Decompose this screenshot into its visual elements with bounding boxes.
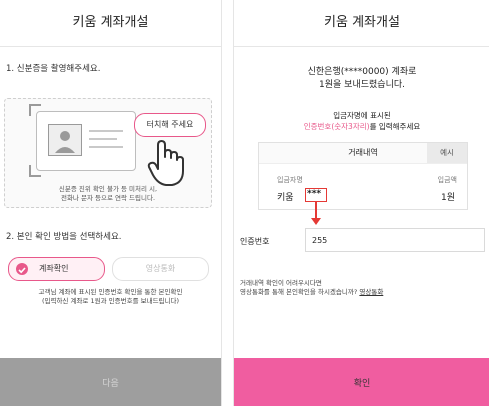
help-line: 거래내역 확인이 어려우시다면 xyxy=(240,279,322,287)
instruction-line: 입금자명에 표시된 xyxy=(333,111,391,120)
instruction-suffix: 를 입력해주세요 xyxy=(369,122,421,131)
notice-line: 신분증 진위 확인 불가 등 미처리 시, xyxy=(58,185,158,193)
option-label: 영상통화 xyxy=(145,264,176,273)
code-instruction: 입금자명에 표시된 인증번호(숫자3자리)를 입력해주세요 xyxy=(234,110,489,132)
id-verification-screen: 키움 계좌개설 1. 신분증을 촬영해주세요. 터치해 주세요 신분증 진위 확… xyxy=(0,0,222,406)
depositor-name: 키움 xyxy=(277,193,294,203)
check-icon xyxy=(16,263,28,275)
video-call-option[interactable]: 영상통화 xyxy=(112,257,209,281)
next-button[interactable]: 다음 xyxy=(0,358,221,406)
step2-label: 2. 본인 확인 방법을 선택하세요. xyxy=(6,232,122,242)
frame-corner-icon xyxy=(29,165,41,177)
frame-corner-icon xyxy=(29,104,41,116)
verification-description: 고객님 계좌에 표시된 인증번호 확인을 통한 본인확인 (입력하신 계좌로 1… xyxy=(0,288,221,306)
arrow-down-icon xyxy=(311,218,321,225)
desc-line: 고객님 계좌에 표시된 인증번호 확인을 통한 본인확인 xyxy=(38,288,183,296)
id-notice: 신분증 진위 확인 불가 등 미처리 시, 전화나 문자 등으로 연락 드립니다… xyxy=(5,185,211,203)
amount-column-label: 입금액 xyxy=(437,176,457,184)
id-capture-area[interactable]: 터치해 주세요 신분증 진위 확인 불가 등 미처리 시, 전화나 문자 등으로… xyxy=(4,98,212,208)
instruction-line: 인증번호(숫자3자리)를 입력해주세요 xyxy=(234,121,489,132)
help-line: 영상통화를 통해 본인확인을 하시겠습니까? 영상통화 xyxy=(240,288,383,297)
card-line xyxy=(89,146,123,148)
page-title: 키움 계좌개설 xyxy=(0,0,221,47)
code-highlight: 인증번호(숫자3자리) xyxy=(303,122,370,131)
option-label: 계좌확인 xyxy=(39,264,69,273)
step1-label: 1. 신분증을 촬영해주세요. xyxy=(6,64,101,74)
account-code-screen: 키움 계좌개설 신한은행(****0000) 계좌로 1원을 보내드렸습니다. … xyxy=(233,0,489,406)
touch-label: 터치해 주세요 xyxy=(146,120,194,129)
video-call-link[interactable]: 영상통화 xyxy=(359,288,383,296)
desc-line: (입력하신 계좌로 1원과 인증번호를 보내드립니다) xyxy=(41,297,180,305)
example-badge: 예시 xyxy=(427,143,467,163)
id-card-illustration xyxy=(36,111,136,171)
table-title: 거래내역 xyxy=(348,148,378,157)
card-line xyxy=(89,138,117,140)
verification-code-input[interactable]: 255 xyxy=(305,228,485,252)
account-verify-option[interactable]: 계좌확인 xyxy=(8,257,105,281)
hand-pointer-icon xyxy=(146,139,186,187)
person-icon xyxy=(48,124,82,156)
message-line: 신한은행(****0000) 계좌로 xyxy=(307,67,417,77)
code-label: 인증번호 xyxy=(240,237,270,246)
transfer-message: 신한은행(****0000) 계좌로 1원을 보내드렸습니다. xyxy=(234,66,489,92)
amount-value: 1원 xyxy=(440,193,455,203)
transaction-history-example: 거래내역 예시 입금자명 입금액 키움 *** 1원 xyxy=(258,142,468,210)
page-title: 키움 계좌개설 xyxy=(234,0,489,47)
card-line xyxy=(89,130,123,132)
confirm-button[interactable]: 확인 xyxy=(234,358,489,406)
notice-line: 전화나 문자 등으로 연락 드립니다. xyxy=(60,194,156,202)
table-header: 거래내역 예시 xyxy=(259,143,467,164)
depositor-column-label: 입금자명 xyxy=(277,176,303,184)
help-question: 영상통화를 통해 본인확인을 하시겠습니까? xyxy=(240,288,358,296)
touch-here-button[interactable]: 터치해 주세요 xyxy=(134,113,206,137)
code-highlight-box xyxy=(305,188,327,202)
video-help-text: 거래내역 확인이 어려우시다면 영상통화를 통해 본인확인을 하시겠습니까? 영… xyxy=(240,279,383,297)
message-line: 1원을 보내드렸습니다. xyxy=(319,80,405,90)
